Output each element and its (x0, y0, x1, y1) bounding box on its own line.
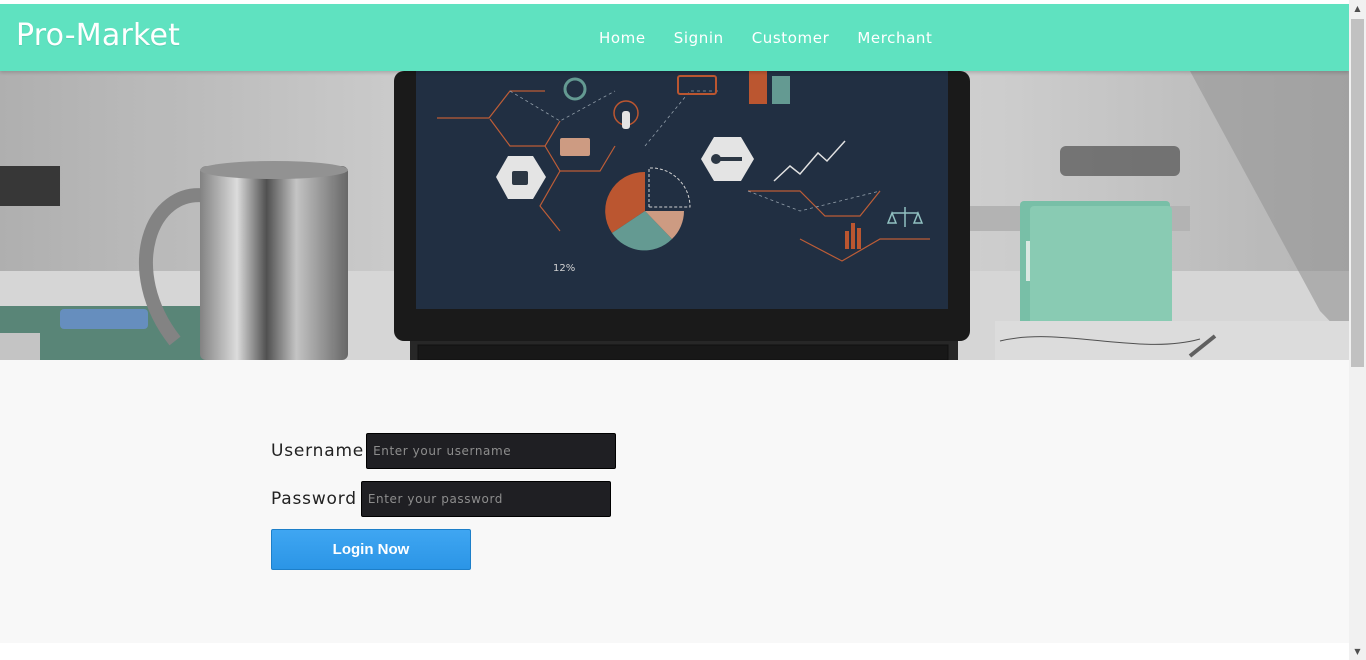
username-row: Username (271, 433, 617, 469)
hero-banner: 12% (0, 71, 1349, 360)
scroll-up-arrow-icon[interactable]: ▲ (1349, 0, 1366, 17)
vertical-scrollbar[interactable]: ▲ ▼ (1349, 0, 1366, 660)
nav-customer-link[interactable]: Customer (738, 29, 844, 47)
username-label: Username (271, 441, 365, 461)
password-label: Password (271, 489, 357, 509)
scroll-down-arrow-icon[interactable]: ▼ (1349, 643, 1366, 660)
password-input[interactable] (360, 481, 611, 517)
login-section: Username Password Login Now (0, 360, 1349, 643)
nav-merchant-link[interactable]: Merchant (843, 29, 946, 47)
hero-image: 12% (0, 71, 1349, 360)
password-row: Password (271, 481, 611, 517)
username-input[interactable] (366, 433, 617, 469)
navbar: Pro-Market Home Signin Customer Merchant (0, 4, 1349, 71)
scroll-thumb[interactable] (1351, 19, 1364, 367)
main-nav: Home Signin Customer Merchant (585, 4, 947, 71)
nav-home-link[interactable]: Home (585, 29, 660, 47)
brand-logo[interactable]: Pro-Market (16, 18, 180, 53)
nav-signin-link[interactable]: Signin (660, 29, 738, 47)
login-button[interactable]: Login Now (271, 529, 471, 570)
page-bottom (0, 643, 1349, 660)
page: Pro-Market Home Signin Customer Merchant (0, 0, 1349, 660)
